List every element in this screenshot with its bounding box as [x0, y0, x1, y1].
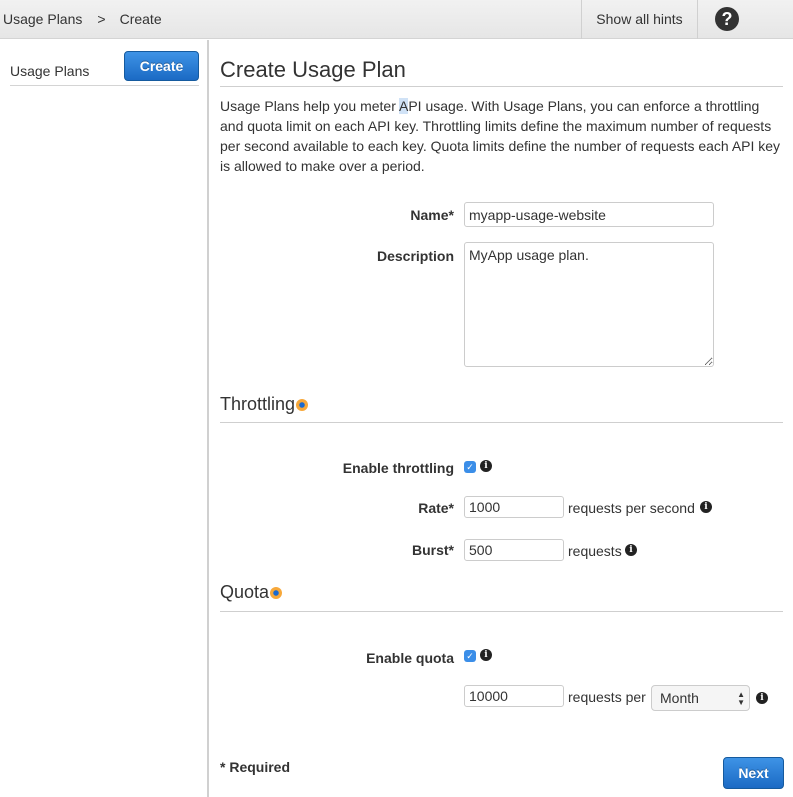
title-divider: [220, 86, 783, 87]
help-icon[interactable]: ?: [715, 7, 739, 31]
name-label: Name*: [410, 207, 454, 223]
breadcrumb-usage-plans[interactable]: Usage Plans: [3, 11, 82, 27]
rate-suffix: requests per second: [568, 500, 695, 516]
select-arrows-icon: ▲ ▼: [737, 690, 745, 707]
enable-quota-label: Enable quota: [366, 650, 454, 666]
show-all-hints-button[interactable]: Show all hints: [581, 0, 698, 39]
intro-text-selection: A: [399, 98, 409, 114]
rate-label: Rate*: [418, 500, 454, 516]
burst-label: Burst*: [411, 542, 454, 558]
quota-heading: Quota: [220, 582, 283, 603]
info-icon[interactable]: i: [480, 460, 492, 472]
intro-text-part: Usage Plans help you meter: [220, 98, 399, 114]
info-icon[interactable]: i: [480, 649, 492, 661]
info-icon[interactable]: i: [700, 501, 712, 513]
sidebar-divider: [10, 85, 199, 86]
info-icon[interactable]: i: [756, 692, 768, 704]
breadcrumb: Usage Plans > Create: [3, 11, 162, 27]
enable-throttling-checkbox[interactable]: ✓: [464, 461, 476, 473]
enable-quota-checkbox[interactable]: ✓: [464, 650, 476, 662]
quota-divider: [220, 611, 783, 612]
description-textarea[interactable]: MyApp usage plan.: [464, 242, 714, 367]
hint-dot-icon[interactable]: [296, 399, 309, 411]
next-button[interactable]: Next: [723, 757, 784, 789]
top-bar: Usage Plans > Create Show all hints ?: [0, 0, 793, 39]
intro-text: Usage Plans help you meter API usage. Wi…: [220, 96, 783, 176]
quota-title: Quota: [220, 582, 270, 602]
quota-period-select[interactable]: Month ▲ ▼: [651, 685, 750, 711]
quota-suffix: requests per: [568, 689, 646, 705]
enable-throttling-label: Enable throttling: [342, 460, 454, 476]
page-title: Create Usage Plan: [220, 57, 406, 82]
create-button[interactable]: Create: [124, 51, 199, 81]
breadcrumb-separator: >: [97, 11, 106, 27]
burst-input[interactable]: [464, 539, 564, 561]
info-icon[interactable]: i: [625, 544, 637, 556]
sidebar-title[interactable]: Usage Plans: [10, 63, 89, 79]
sidebar: Usage Plans Create: [0, 40, 209, 797]
breadcrumb-create: Create: [119, 11, 162, 27]
quota-period-value: Month: [660, 690, 699, 706]
hint-dot-icon[interactable]: [270, 587, 283, 599]
quota-input[interactable]: [464, 685, 564, 707]
throttling-title: Throttling: [220, 394, 296, 414]
rate-input[interactable]: [464, 496, 564, 518]
description-label: Description: [376, 248, 454, 264]
throttling-heading: Throttling: [220, 394, 309, 415]
name-input[interactable]: [464, 202, 714, 227]
required-note: * Required: [220, 759, 291, 775]
throttling-divider: [220, 422, 783, 423]
burst-suffix: requests: [568, 543, 622, 559]
